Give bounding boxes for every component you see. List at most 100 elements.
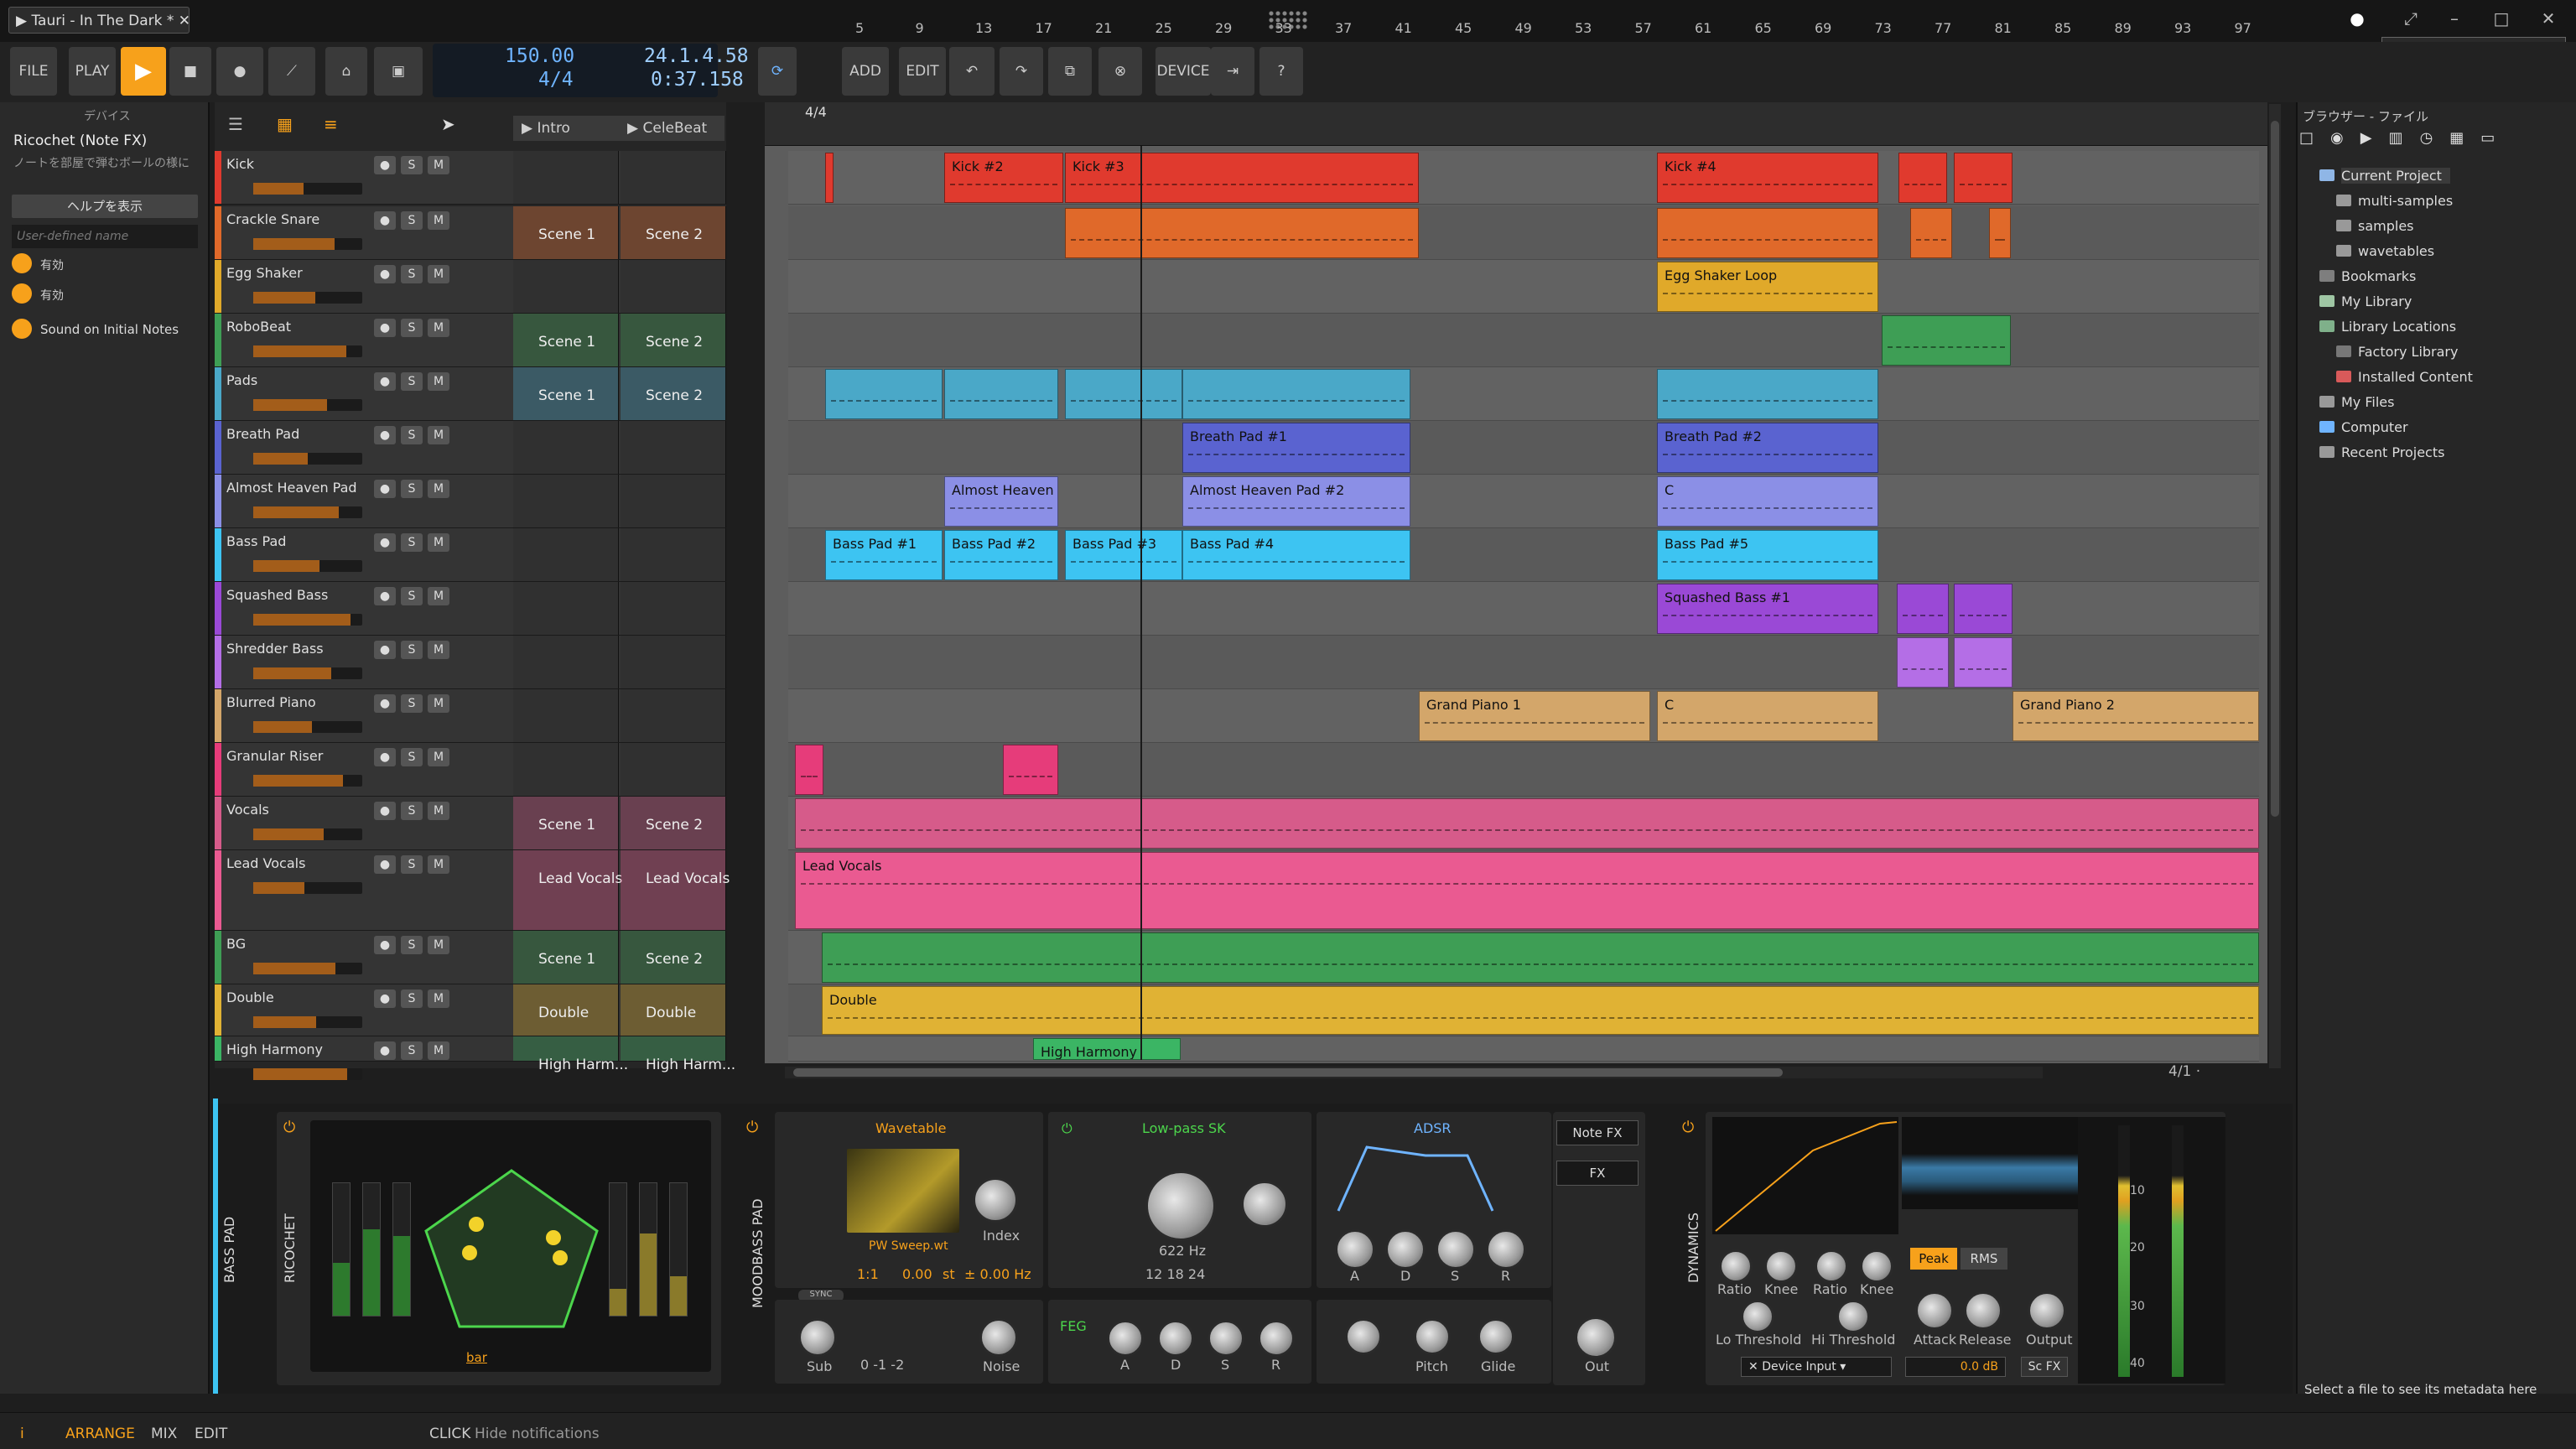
- clip-8-28[interactable]: [1897, 584, 1949, 634]
- out-knob[interactable]: [1575, 1317, 1617, 1358]
- track-monitor-icon[interactable]: ●: [374, 936, 396, 954]
- pointer-tool-icon[interactable]: ➤: [441, 114, 466, 136]
- track-mute-button[interactable]: M: [428, 426, 449, 444]
- track-row-14[interactable]: BG ● S M Scene 1 Scene 2: [215, 931, 726, 984]
- track-row-15[interactable]: Double ● S M Double Double: [215, 984, 726, 1036]
- track-row-13[interactable]: Lead Vocals ● S M Lead Vocals Lead Vocal…: [215, 850, 730, 931]
- track-mute-button[interactable]: M: [428, 1041, 449, 1060]
- grid-view-icon[interactable]: ▦: [277, 114, 304, 136]
- ricochet-pentagon[interactable]: [419, 1166, 604, 1333]
- list-view-icon[interactable]: ≡: [324, 114, 351, 136]
- ricochet-slider-2[interactable]: [362, 1182, 381, 1317]
- edit-button[interactable]: EDIT: [899, 47, 946, 96]
- import-icon[interactable]: ⇥: [1211, 47, 1254, 96]
- track-solo-button[interactable]: S: [401, 533, 423, 552]
- clip-kick2[interactable]: Kick #2: [944, 153, 1063, 203]
- record-button[interactable]: ●: [216, 47, 263, 96]
- launcher-slot-1[interactable]: High Harm...: [513, 1036, 628, 1073]
- launcher-slot-1[interactable]: [513, 582, 619, 635]
- rms-button[interactable]: RMS: [1961, 1248, 2007, 1270]
- octave-selector[interactable]: 0 -1 -2: [860, 1357, 904, 1373]
- track-row-7[interactable]: Bass Pad ● S M: [215, 528, 726, 582]
- automation-button[interactable]: ⟋: [268, 47, 315, 96]
- clip-4-16[interactable]: [1657, 369, 1878, 419]
- browser-item-0[interactable]: Current Project: [2341, 168, 2450, 184]
- track-name[interactable]: Squashed Bass: [226, 587, 328, 603]
- track-volume[interactable]: [253, 399, 362, 411]
- ratio-value[interactable]: 1:1: [857, 1266, 879, 1282]
- track-monitor-icon[interactable]: ●: [374, 211, 396, 230]
- play-mode-button[interactable]: PLAY: [69, 47, 116, 96]
- track-list-menu-icon[interactable]: ☰: [228, 114, 255, 136]
- synth-power-icon[interactable]: ⏻: [746, 1119, 758, 1136]
- amp-attack-knob[interactable]: [1335, 1229, 1375, 1270]
- launcher-slot-2[interactable]: [621, 689, 726, 742]
- vertical-scroll-thumb[interactable]: [2271, 121, 2279, 817]
- mix-tab[interactable]: MIX: [151, 1426, 177, 1442]
- zoom-readout[interactable]: 4/1 ·: [2168, 1063, 2200, 1080]
- arrange-tab[interactable]: ARRANGE: [65, 1426, 135, 1442]
- track-solo-button[interactable]: S: [401, 211, 423, 230]
- track-volume[interactable]: [253, 1016, 362, 1028]
- browser-item-11[interactable]: Recent Projects: [2341, 444, 2444, 460]
- track-solo-button[interactable]: S: [401, 748, 423, 766]
- time-value[interactable]: 0:37.158: [651, 69, 744, 91]
- adsr-title[interactable]: ADSR: [1414, 1120, 1452, 1136]
- track-mute-button[interactable]: M: [428, 989, 449, 1008]
- browser-item-8[interactable]: Installed Content: [2358, 369, 2473, 385]
- track-mute-button[interactable]: M: [428, 156, 449, 174]
- dynamics-waveform[interactable]: [1902, 1117, 2078, 1209]
- user-name-field[interactable]: User-defined name: [12, 225, 198, 248]
- amp-decay-knob[interactable]: [1385, 1229, 1426, 1270]
- transport-display[interactable]: 150.00 4/4 24.1.4.58 0:37.158: [433, 44, 749, 97]
- feg-release-knob[interactable]: [1258, 1320, 1295, 1357]
- clip-9-30[interactable]: [1897, 637, 1949, 688]
- add-button[interactable]: ADD: [842, 47, 889, 96]
- track-solo-button[interactable]: S: [401, 426, 423, 444]
- hi-knee-knob[interactable]: [1860, 1249, 1893, 1283]
- clip-4-15[interactable]: [1182, 369, 1410, 419]
- clip-11-36[interactable]: [1003, 745, 1058, 795]
- slope-selector[interactable]: 12 18 24: [1145, 1266, 1205, 1282]
- launcher-slot-1[interactable]: [513, 689, 619, 742]
- clip-gp2[interactable]: Grand Piano 2: [2012, 691, 2259, 741]
- launcher-slot-2[interactable]: [621, 582, 726, 635]
- launcher-slot-1[interactable]: Double: [513, 984, 619, 1036]
- track-solo-button[interactable]: S: [401, 855, 423, 874]
- track-volume[interactable]: [253, 775, 362, 787]
- clip-hh[interactable]: High Harmony: [1033, 1038, 1181, 1060]
- track-volume[interactable]: [253, 238, 362, 250]
- clip-4-13[interactable]: [944, 369, 1058, 419]
- index-knob[interactable]: [973, 1177, 1018, 1223]
- notification-dot-icon[interactable]: ●: [2345, 8, 2370, 32]
- track-name[interactable]: Almost Heaven Pad: [226, 480, 357, 496]
- clip-ah_c[interactable]: C: [1657, 476, 1878, 527]
- timeline-lane-1[interactable]: [788, 206, 2259, 260]
- track-monitor-icon[interactable]: ●: [374, 802, 396, 820]
- launcher-slot-1[interactable]: [513, 743, 619, 796]
- semitone-value[interactable]: 0.00: [902, 1266, 932, 1282]
- launcher-slot-2[interactable]: Scene 2: [621, 797, 726, 849]
- track-monitor-icon[interactable]: ●: [374, 319, 396, 337]
- feg-attack-knob[interactable]: [1107, 1320, 1144, 1357]
- track-monitor-icon[interactable]: ●: [374, 855, 396, 874]
- track-monitor-icon[interactable]: ●: [374, 1041, 396, 1060]
- launcher-slot-2[interactable]: High Harm...: [621, 1036, 735, 1073]
- ricochet-bar-label[interactable]: bar: [466, 1350, 487, 1365]
- help-button[interactable]: ヘルプを表示: [12, 195, 198, 218]
- ricochet-slider-3[interactable]: [392, 1182, 411, 1317]
- clip-14-39[interactable]: [822, 932, 2259, 983]
- clip-kick3[interactable]: Kick #3: [1065, 153, 1419, 203]
- resonance-knob[interactable]: [1241, 1181, 1288, 1228]
- track-row-12[interactable]: Vocals ● S M Scene 1 Scene 2: [215, 797, 726, 850]
- track-monitor-icon[interactable]: ●: [374, 480, 396, 498]
- clip-1-8[interactable]: [1910, 208, 1952, 258]
- clip-0-5[interactable]: [1954, 153, 2012, 203]
- clip-double[interactable]: Double: [822, 986, 2259, 1035]
- track-monitor-icon[interactable]: ●: [374, 533, 396, 552]
- browser-item-9[interactable]: My Files: [2341, 394, 2394, 410]
- track-volume[interactable]: [253, 183, 362, 195]
- undo-icon[interactable]: ↶: [949, 47, 995, 96]
- track-name[interactable]: Shredder Bass: [226, 641, 324, 657]
- track-solo-button[interactable]: S: [401, 641, 423, 659]
